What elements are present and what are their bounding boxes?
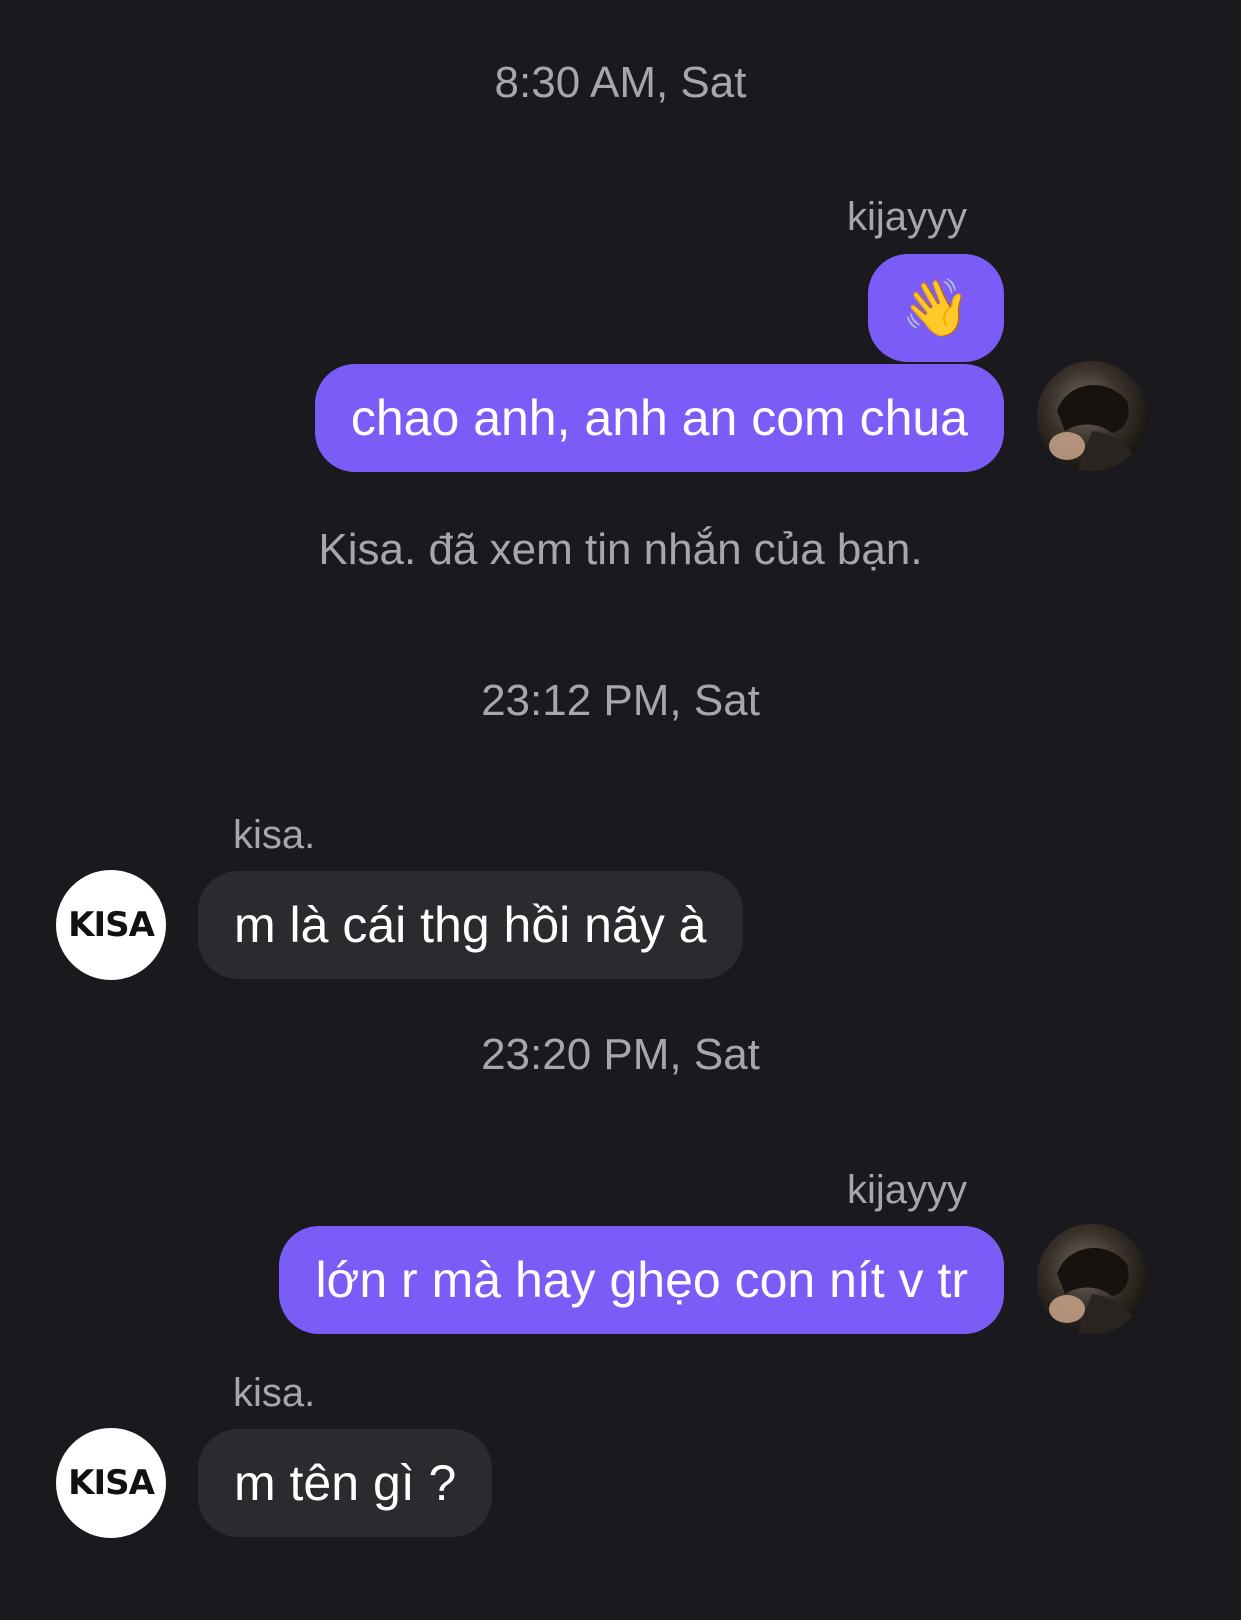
seen-notice: Kisa. đã xem tin nhắn của bạn. xyxy=(318,525,923,574)
message-text: m tên gì ? xyxy=(234,1455,457,1511)
user-avatar[interactable] xyxy=(1037,361,1147,471)
sender-name-me: kijayyy xyxy=(846,195,967,239)
message-text: chao anh, anh an com chua xyxy=(350,390,968,446)
timestamp: 23:20 PM, Sat xyxy=(481,1030,760,1079)
message-text: m là cái thg hồi nãy à xyxy=(234,897,707,953)
sender-name-other: kisa. xyxy=(233,813,316,857)
message-bubble-incoming[interactable]: m là cái thg hồi nãy à xyxy=(198,871,743,979)
message-bubble-outgoing[interactable]: 👋 xyxy=(868,254,1004,362)
wave-emoji: 👋 xyxy=(901,276,971,339)
avatar-logo-text: KISA xyxy=(68,905,155,945)
user-avatar[interactable] xyxy=(1037,1224,1147,1334)
message-bubble-outgoing[interactable]: chao anh, anh an com chua xyxy=(314,364,1004,472)
sender-name-me: kijayyy xyxy=(846,1168,967,1212)
message-bubble-outgoing[interactable]: lớn r mà hay ghẹo con nít v tr xyxy=(279,1226,1004,1334)
timestamp: 23:12 PM, Sat xyxy=(481,676,760,725)
sender-name-other: kisa. xyxy=(233,1371,316,1415)
contact-avatar[interactable]: KISA xyxy=(56,870,166,980)
message-bubble-incoming[interactable]: m tên gì ? xyxy=(198,1429,493,1537)
profile-photo-icon xyxy=(1037,1224,1147,1334)
profile-photo-icon xyxy=(1037,361,1147,471)
message-text: lớn r mà hay ghẹo con nít v tr xyxy=(315,1252,968,1308)
timestamp: 8:30 AM, Sat xyxy=(494,58,747,107)
avatar-logo-text: KISA xyxy=(68,1463,155,1503)
contact-avatar[interactable]: KISA xyxy=(56,1428,166,1538)
